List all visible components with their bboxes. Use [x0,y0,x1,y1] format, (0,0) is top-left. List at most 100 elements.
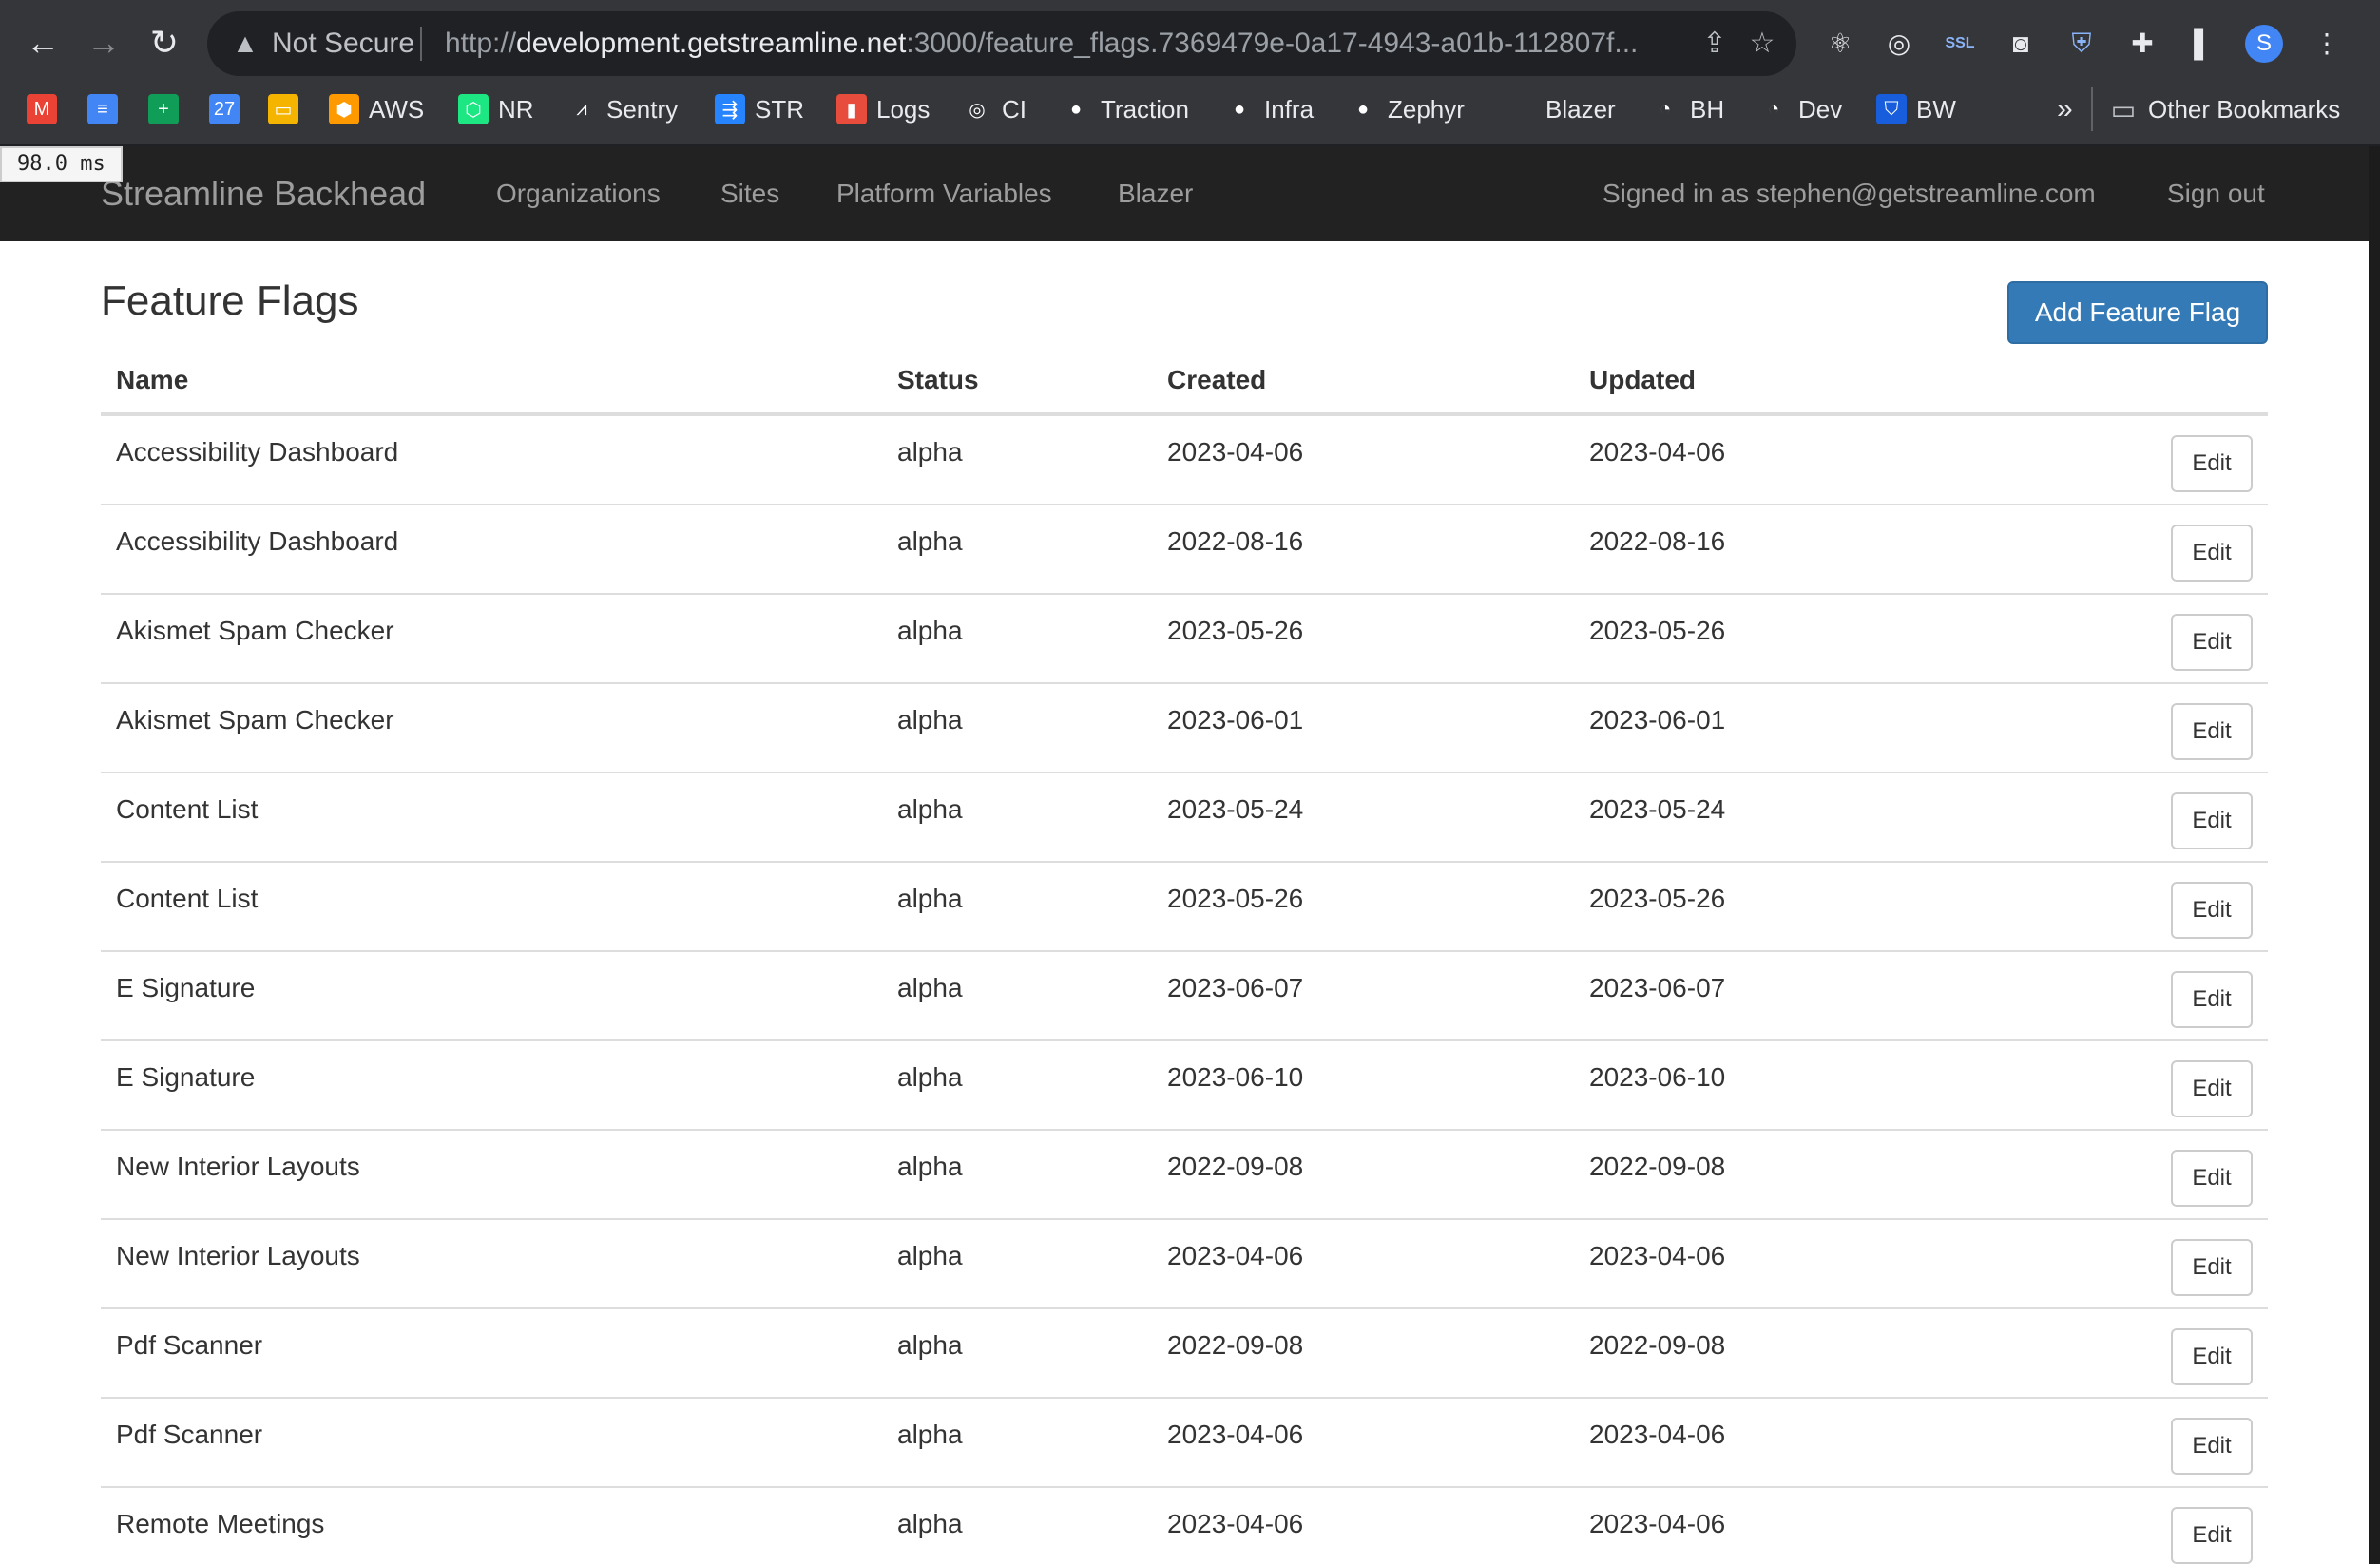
edit-button[interactable]: Edit [2171,882,2253,939]
bh-icon: ◔ [1650,94,1680,124]
bookmark-label: Traction [1101,94,1189,124]
table-row: Content List alpha 2023-05-24 2023-05-24 Edi… [101,773,2268,863]
address-bar[interactable]: ▲ Not Secure http://development.getstrea… [207,11,1796,76]
cell-created: 2023-06-01 [1167,705,1304,734]
star-icon[interactable]: ☆ [1743,25,1781,63]
slides-icon: ▭ [268,94,298,124]
security-label: Not Secure [272,28,415,59]
bookmark-bh[interactable]: ◔ BH [1650,87,1724,131]
cell-name: Content List [116,794,259,824]
shield-extension-icon[interactable]: ⛨ [2061,23,2102,65]
str-icon: ⇶ [715,94,745,124]
cell-name: E Signature [116,1062,256,1092]
bookmark-sheets[interactable]: + [148,87,179,131]
cell-updated: 2023-06-10 [1589,1062,1726,1092]
browser-toolbar: ← → ↻ ▲ Not Secure http://development.ge… [0,0,2380,87]
url-host: development.getstreamline.net [516,28,907,59]
bookmark-label: AWS [369,94,425,124]
more-bookmarks-button[interactable]: » [2057,87,2073,131]
menu-dots-icon[interactable]: ⋮ [2306,23,2348,65]
bookmark-zephyr[interactable]: ● Zephyr [1348,87,1465,131]
bookmark-docs[interactable]: ≡ [87,87,118,131]
bookmark-dev[interactable]: ◔ Dev [1758,87,1842,131]
reload-icon[interactable]: ↻ [143,21,186,65]
edit-button[interactable]: Edit [2171,1507,2253,1564]
back-icon[interactable]: ← [21,21,65,65]
sidebar-icon[interactable]: ▌ [2182,23,2224,65]
ssl-icon[interactable]: SSL [1939,23,1981,65]
cell-updated: 2023-05-26 [1589,616,1726,645]
bookmark-bw[interactable]: ⛉ BW [1876,87,1956,131]
edit-button[interactable]: Edit [2171,1418,2253,1475]
cell-status: alpha [897,794,963,824]
cell-name: New Interior Layouts [116,1152,360,1181]
url-text[interactable]: http://development.getstreamline.net:300… [445,11,1699,76]
puzzle-icon[interactable]: ✚ [2121,23,2163,65]
forward-icon[interactable]: → [82,21,125,65]
bookmark-calendar[interactable]: 27 [209,87,240,131]
bookmark-ci[interactable]: ◎ CI [962,87,1027,131]
sign-out-link[interactable]: Sign out [2167,146,2265,241]
bookmark-sentry[interactable]: ⩘ Sentry [566,87,678,131]
react-devtools-icon[interactable]: ⚛ [1819,23,1861,65]
cell-created: 2023-05-26 [1167,884,1304,913]
cell-status: alpha [897,526,963,556]
bookmark-logs[interactable]: ▮ Logs [836,87,930,131]
logs-icon: ▮ [836,94,867,124]
bookmark-traction[interactable]: ● Traction [1061,87,1189,131]
table-row: Accessibility Dashboard alpha 2022-08-16 20… [101,505,2268,595]
edit-button[interactable]: Edit [2171,703,2253,760]
bookmark-label: BH [1690,94,1725,124]
cell-created: 2023-04-06 [1167,1509,1304,1538]
cell-status: alpha [897,616,963,645]
nav-organizations[interactable]: Organizations [496,146,661,241]
edit-button[interactable]: Edit [2171,614,2253,671]
bookmark-blazer[interactable]: Blazer [1506,87,1616,131]
cell-updated: 2023-04-06 [1589,1420,1726,1449]
table-row: E Signature alpha 2023-06-07 2023-06-07 Edit [101,952,2268,1041]
bookmark-aws[interactable]: ⬢ AWS [329,87,424,131]
nav-platform-variables[interactable]: Platform Variables [836,146,1052,241]
target-icon[interactable]: ◎ [1878,23,1920,65]
bookmarks-bar: M ≡ +27 ▭ ⬢ AWS ⬡ NR ⩘ Sentry ⇶ STR ▮ Logs ◎ CI ● Tractio… [0,87,2380,146]
edit-button[interactable]: Edit [2171,435,2253,492]
bookmark-label: Infra [1264,94,1315,124]
edit-button[interactable]: Edit [2171,1060,2253,1117]
edit-button[interactable]: Edit [2171,971,2253,1028]
cell-created: 2022-08-16 [1167,526,1304,556]
bookmark-nr[interactable]: ⬡ NR [458,87,534,131]
cell-updated: 2023-04-06 [1589,1241,1726,1270]
incognito-icon[interactable]: ◙ [2000,23,2042,65]
nav-blazer[interactable]: Blazer [1118,146,1193,241]
aws-icon: ⬢ [329,94,359,124]
table-row: Pdf Scanner alpha 2023-04-06 2023-04-06 Edit [101,1399,2268,1488]
bookmark-gmail[interactable]: M [27,87,57,131]
edit-button[interactable]: Edit [2171,1328,2253,1385]
add-feature-flag-button[interactable]: Add Feature Flag [2007,281,2268,344]
edit-button[interactable]: Edit [2171,525,2253,582]
cell-name: Pdf Scanner [116,1420,263,1449]
cell-updated: 2022-08-16 [1589,526,1726,556]
edit-button[interactable]: Edit [2171,1239,2253,1296]
app-navbar: Streamline Backhead Organizations Sites … [0,146,2369,241]
share-icon[interactable]: ⇪ [1696,25,1734,63]
nav-sites[interactable]: Sites [720,146,779,241]
cell-created: 2023-04-06 [1167,1241,1304,1270]
bookmark-slides[interactable]: ▭ [268,87,298,131]
edit-button[interactable]: Edit [2171,1150,2253,1207]
cell-status: alpha [897,437,963,467]
bookmark-str[interactable]: ⇶ STR [715,87,804,131]
bookmark-label: Blazer [1545,94,1616,124]
brand-link[interactable]: Streamline Backhead [101,146,426,241]
github-icon: ● [1348,94,1378,124]
table-header: Name Status Created Updated [101,353,2268,416]
cell-updated: 2023-06-01 [1589,705,1726,734]
newrelic-icon: ⬡ [458,94,489,124]
column-header-status: Status [897,365,979,394]
edit-button[interactable]: Edit [2171,792,2253,849]
bookmark-infra[interactable]: ● Infra [1224,87,1314,131]
feature-flags-table: Name Status Created Updated Accessibilit… [101,353,2268,1564]
table-row: Akismet Spam Checker alpha 2023-05-26 2023-… [101,595,2268,684]
profile-avatar[interactable]: S [2245,25,2283,63]
other-bookmarks-folder[interactable]: ▭ Other Bookmarks [2091,87,2340,131]
